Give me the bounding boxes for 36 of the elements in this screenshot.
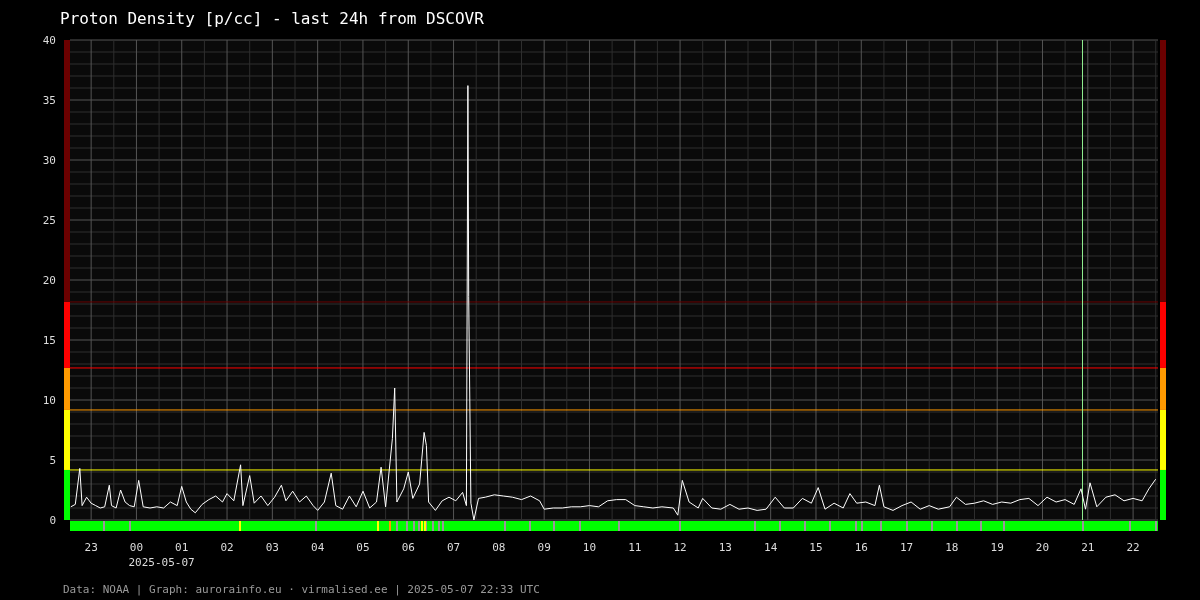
x-tick-label: 08: [492, 541, 506, 554]
y-tick-label: 0: [49, 514, 56, 527]
x-tick-label: 05: [356, 541, 370, 554]
y-tick-label: 10: [42, 394, 56, 407]
y-tick-label: 20: [42, 274, 56, 287]
x-tick-label: 14: [764, 541, 778, 554]
x-tick-label: 07: [446, 541, 461, 554]
x-tick-label: 00: [129, 541, 144, 554]
footer-credits: Data: NOAA | Graph: aurorainfo.eu · virmalised.ee | 2025-05-07 22:33 UTC: [63, 583, 540, 596]
x-tick-label: 23: [84, 541, 98, 554]
x-tick-label: 11: [628, 541, 642, 554]
x-tick-label: 22: [1126, 541, 1140, 554]
x-tick-label: 21: [1081, 541, 1095, 554]
y-tick-label: 40: [42, 34, 56, 47]
chart-title: Proton Density [p/cc] - last 24h from DSCOVR: [60, 9, 484, 28]
x-tick-label: 12: [673, 541, 687, 554]
x-tick-label: 19: [990, 541, 1004, 554]
x-tick-label: 13: [718, 541, 732, 554]
x-tick-label: 01: [175, 541, 189, 554]
x-tick-label: 04: [311, 541, 325, 554]
x-tick-label: 10: [582, 541, 597, 554]
y-tick-label: 35: [42, 94, 56, 107]
x-tick-label: 16: [854, 541, 868, 554]
x-tick-label: 06: [401, 541, 415, 554]
x-tick-label: 09: [537, 541, 551, 554]
x-tick-label: 18: [945, 541, 959, 554]
y-tick-label: 25: [42, 214, 56, 227]
x-tick-label: 20: [1035, 541, 1050, 554]
y-tick-label: 30: [42, 154, 56, 167]
x-tick-label: 02: [220, 541, 234, 554]
y-tick-label: 15: [42, 334, 56, 347]
x-tick-label: 15: [809, 541, 823, 554]
x-tick-label: 17: [899, 541, 914, 554]
y-tick-label: 5: [49, 454, 56, 467]
date-label: 2025-05-07: [128, 556, 195, 569]
x-tick-label: 03: [265, 541, 279, 554]
